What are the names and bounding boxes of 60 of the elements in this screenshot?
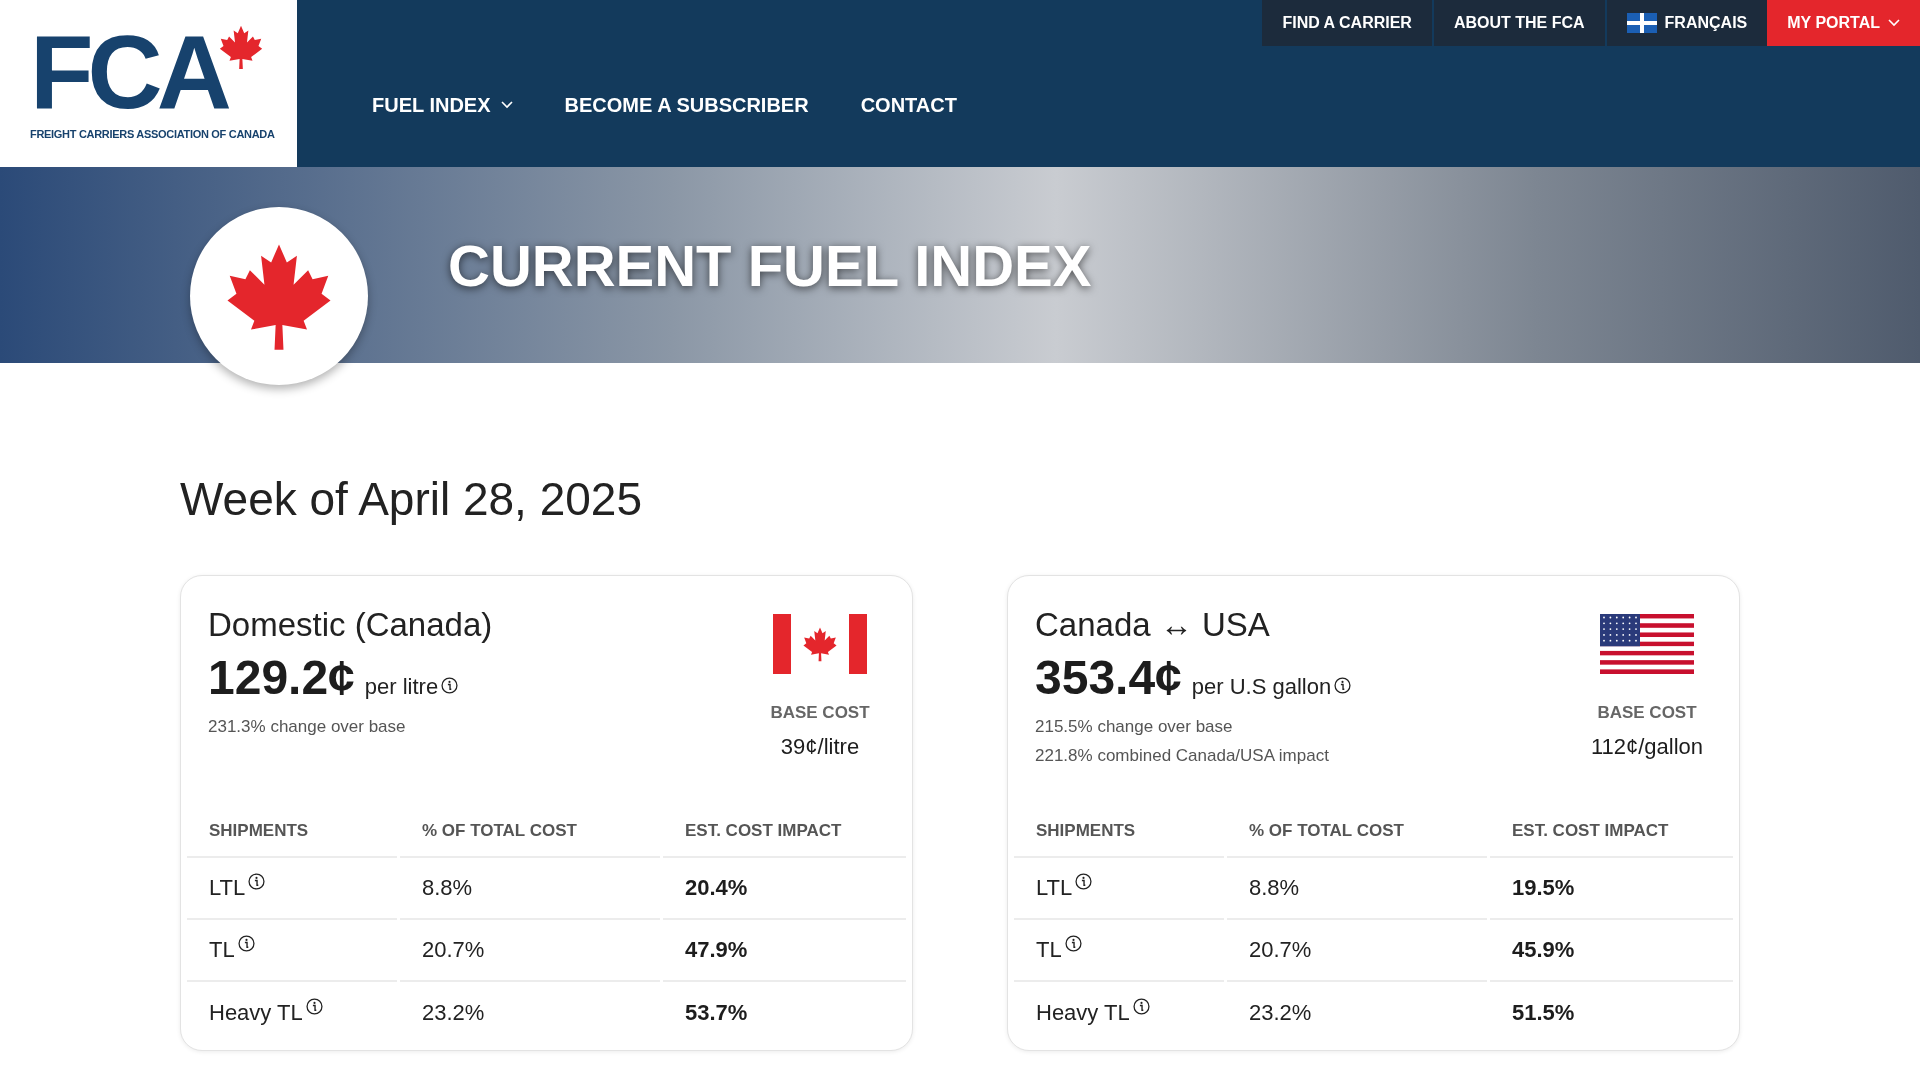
usa-flag-icon bbox=[1600, 614, 1694, 674]
column-header: EST. COST IMPACT bbox=[1490, 818, 1733, 858]
table-cell-text: 23.2% bbox=[421, 999, 486, 1027]
table-cell: 45.9% bbox=[1490, 919, 1733, 982]
info-icon[interactable] bbox=[1132, 998, 1150, 1015]
shipment-type: LTL bbox=[209, 874, 246, 902]
week-heading: Week of April 28, 2025 bbox=[180, 472, 643, 527]
column-header: SHIPMENTS bbox=[187, 818, 397, 858]
change-note: 221.8% combined Canada/USA impact bbox=[1035, 745, 1330, 767]
canada-flag-icon bbox=[773, 614, 867, 674]
shipment-type: TL bbox=[1036, 936, 1062, 964]
base-cost-label: BASE COST bbox=[770, 702, 870, 724]
shipment-type: Heavy TL bbox=[1036, 999, 1130, 1027]
column-header: % OF TOTAL COST bbox=[400, 818, 660, 858]
price-value: 129.2¢ bbox=[208, 650, 355, 706]
top-link[interactable]: FIND A CARRIER bbox=[1262, 0, 1432, 46]
nav-link[interactable]: BECOME A SUBSCRIBER bbox=[564, 90, 809, 120]
info-icon[interactable] bbox=[248, 873, 266, 890]
shipment-type: TL bbox=[209, 936, 235, 964]
shipment-type: Heavy TL bbox=[209, 999, 303, 1027]
price-unit: per U.S gallon bbox=[1191, 673, 1332, 701]
table-cell: 20.4% bbox=[663, 857, 906, 920]
column-header: EST. COST IMPACT bbox=[663, 818, 906, 858]
price-unit: per litre bbox=[364, 673, 439, 701]
info-icon[interactable] bbox=[1064, 935, 1082, 952]
column-header: SHIPMENTS bbox=[1014, 818, 1224, 858]
change-note: 231.3% change over base bbox=[208, 716, 407, 738]
chevron-down-icon bbox=[500, 101, 513, 109]
table-cell-text: 51.5% bbox=[1511, 999, 1576, 1027]
nav-link[interactable]: CONTACT bbox=[860, 90, 957, 120]
top-link[interactable]: ABOUT THE FCA bbox=[1433, 0, 1605, 46]
table-cell: 19.5% bbox=[1490, 857, 1733, 920]
table-cell: 20.7% bbox=[400, 919, 660, 982]
price-value: 353.4¢ bbox=[1035, 650, 1182, 706]
chevron-down-icon bbox=[1888, 19, 1900, 27]
info-icon[interactable] bbox=[1075, 873, 1093, 890]
card-title: Domestic (Canada) bbox=[208, 605, 493, 645]
info-icon[interactable] bbox=[1334, 677, 1352, 694]
table-cell: 20.7% bbox=[1227, 919, 1487, 982]
card-title: Canada ↔ USA bbox=[1035, 605, 1271, 645]
table-cell: 8.8% bbox=[1227, 857, 1487, 920]
change-note: 215.5% change over base bbox=[1035, 716, 1234, 738]
info-icon[interactable] bbox=[305, 998, 323, 1015]
info-icon[interactable] bbox=[237, 935, 255, 952]
shipment-type: LTL bbox=[1036, 874, 1073, 902]
table-cell: 47.9% bbox=[663, 919, 906, 982]
base-cost-value: 39¢/litre bbox=[780, 732, 860, 761]
info-icon[interactable] bbox=[441, 677, 459, 694]
logo[interactable]: FCA FREIGHT CARRIERS ASSOCIATION OF CANADA bbox=[0, 0, 297, 167]
hero-title: CURRENT FUEL INDEX bbox=[448, 231, 1092, 300]
base-cost-label: BASE COST bbox=[1597, 702, 1697, 724]
quebec-flag-icon bbox=[1626, 13, 1657, 33]
table-cell: 8.8% bbox=[400, 857, 660, 920]
portal-link[interactable]: MY PORTAL bbox=[1767, 0, 1920, 46]
nav-link[interactable]: FUEL INDEX bbox=[372, 90, 513, 120]
language-link[interactable]: FRANÇAIS bbox=[1606, 0, 1768, 46]
column-header: % OF TOTAL COST bbox=[1227, 818, 1487, 858]
base-cost-value: 112¢/gallon bbox=[1590, 732, 1704, 761]
table-cell-text: 53.7% bbox=[684, 999, 749, 1027]
table-cell-text: 23.2% bbox=[1248, 999, 1313, 1027]
